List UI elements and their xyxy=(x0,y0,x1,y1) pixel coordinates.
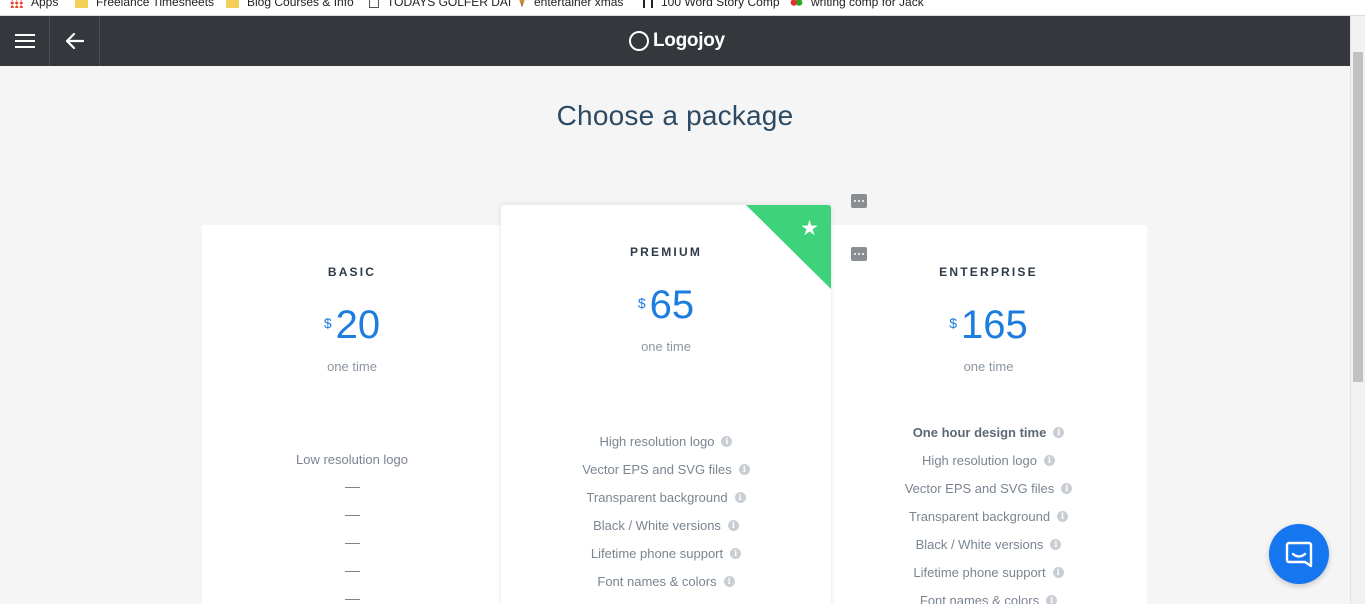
dash-icon xyxy=(344,570,360,572)
bookmark-todays-golfer[interactable]: TODAYS GOLFER DAI xyxy=(369,0,511,9)
bookmark-100-word-story[interactable]: 100 Word Story Comp xyxy=(643,0,780,9)
bookmarks-bar: Apps Freelance Timesheets Blog Courses &… xyxy=(0,0,1365,16)
menu-button[interactable] xyxy=(0,16,50,66)
currency-symbol: $ xyxy=(949,315,958,331)
back-button[interactable] xyxy=(50,16,100,66)
info-icon[interactable]: i xyxy=(1043,454,1055,466)
folder-icon xyxy=(75,0,88,8)
currency-symbol: $ xyxy=(637,295,646,311)
info-icon[interactable]: i xyxy=(1053,426,1065,438)
scrollbar-thumb[interactable] xyxy=(1353,52,1363,382)
info-icon[interactable]: i xyxy=(730,547,742,559)
feature-item: Low resolution logo xyxy=(295,451,409,467)
feature-list: One hour design time i High resolution lo… xyxy=(830,418,1147,604)
dash-icon xyxy=(344,486,360,488)
brand-logo[interactable]: Logojoy xyxy=(629,16,725,66)
feature-item: Vector EPS and SVG files i xyxy=(830,474,1147,502)
page-icon xyxy=(369,0,379,8)
feature-item: Vector EPS and SVG files i xyxy=(501,455,831,483)
page-title: Choose a package xyxy=(556,100,794,131)
feature-item: Lifetime phone support i xyxy=(830,558,1147,586)
feature-item: Transparent background i xyxy=(830,502,1147,530)
bookmark-writing-comp[interactable]: writing comp for Jack xyxy=(790,0,924,9)
feature-item: Font names & colors i xyxy=(830,586,1147,604)
plan-name: PREMIUM xyxy=(629,245,703,259)
writing-comp-icon xyxy=(790,0,803,8)
plan-card-enterprise[interactable]: ENTERPRISE $165 one time One hour design… xyxy=(830,225,1147,604)
feature-list: High resolution logo i Vector EPS and SVG… xyxy=(501,427,831,595)
dash-icon xyxy=(344,514,360,516)
plan-name: BASIC xyxy=(327,265,377,279)
bookmark-apps[interactable]: Apps xyxy=(10,0,58,9)
dash-icon xyxy=(344,542,360,544)
plan-period: one time xyxy=(327,359,377,374)
price-amount: 65 xyxy=(649,283,695,327)
chat-launcher-button[interactable] xyxy=(1269,524,1329,584)
dash-icon xyxy=(344,598,360,600)
feature-item: High resolution logo i xyxy=(830,446,1147,474)
apps-grid-icon xyxy=(10,0,23,8)
feature-item-empty xyxy=(202,529,502,557)
info-icon[interactable]: i xyxy=(734,491,746,503)
feature-item: Transparent background i xyxy=(501,483,831,511)
bookmark-entertainer-xmas[interactable]: entertainer xmas xyxy=(518,0,623,9)
feature-item: Black / White versions i xyxy=(830,530,1147,558)
info-icon[interactable]: i xyxy=(1046,594,1058,604)
feature-item: Black / White versions i xyxy=(501,511,831,539)
page-scrollbar[interactable] xyxy=(1350,16,1365,604)
brand-name: Logojoy xyxy=(653,30,725,51)
info-icon[interactable]: i xyxy=(723,575,735,587)
hamburger-icon xyxy=(14,34,35,48)
plan-card-basic[interactable]: BASIC $20 one time Low resolution logo xyxy=(202,225,502,604)
info-icon[interactable]: i xyxy=(1057,510,1069,522)
feature-item-empty xyxy=(202,585,502,604)
entertainer-icon xyxy=(518,0,526,8)
info-icon[interactable]: i xyxy=(1052,566,1064,578)
hundred-word-icon xyxy=(643,0,653,8)
feature-item: Lifetime phone support i xyxy=(501,539,831,567)
plan-price: $65 xyxy=(501,285,831,325)
plan-price: $20 xyxy=(202,305,502,345)
plan-name: ENTERPRISE xyxy=(939,265,1038,279)
feature-item-empty xyxy=(202,501,502,529)
feature-item-empty xyxy=(202,557,502,585)
arrow-left-icon xyxy=(65,33,84,49)
plan-period: one time xyxy=(641,339,691,354)
folder-icon xyxy=(226,0,239,8)
feature-item: High resolution logo i xyxy=(501,427,831,455)
currency-symbol: $ xyxy=(323,315,332,331)
plan-card-premium[interactable]: ★ PREMIUM $65 one time High resolution l… xyxy=(501,205,831,604)
bookmark-freelance-timesheets[interactable]: Freelance Timesheets xyxy=(75,0,214,9)
feature-item-empty xyxy=(202,473,502,501)
more-dots-icon[interactable] xyxy=(851,247,867,261)
feature-item-highlight: One hour design time i xyxy=(830,418,1147,446)
price-amount: 165 xyxy=(961,303,1028,347)
info-icon[interactable]: i xyxy=(1050,538,1062,550)
info-icon[interactable]: i xyxy=(738,463,750,475)
feature-item: Font names & colors i xyxy=(501,567,831,595)
plan-price: $165 xyxy=(830,305,1147,345)
price-amount: 20 xyxy=(335,303,381,347)
plan-period: one time xyxy=(963,359,1014,374)
bookmark-blog-courses[interactable]: Blog Courses & Info xyxy=(226,0,354,9)
info-icon[interactable]: i xyxy=(1061,482,1073,494)
info-icon[interactable]: i xyxy=(727,519,739,531)
chat-bubble-icon xyxy=(1285,541,1313,568)
info-icon[interactable]: i xyxy=(721,435,733,447)
logo-ring-icon xyxy=(629,31,649,51)
feature-list: Low resolution logo xyxy=(202,445,502,604)
more-dots-icon[interactable] xyxy=(851,194,867,208)
star-icon: ★ xyxy=(800,217,819,240)
app-header: Logojoy xyxy=(0,16,1350,66)
